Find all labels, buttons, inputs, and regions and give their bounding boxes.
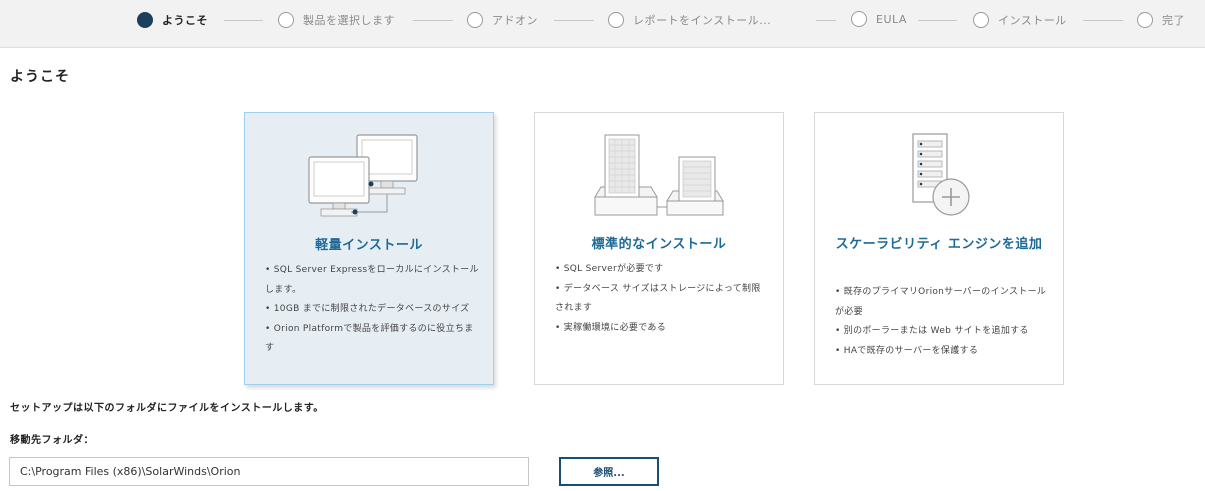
- list-item: SQL Server Expressをローカルにインストールします。: [265, 261, 479, 300]
- step-indicator: [608, 12, 624, 28]
- step-indicator: [1137, 12, 1153, 28]
- step-label: アドオン: [492, 14, 538, 27]
- step-addons: アドオン: [467, 11, 538, 29]
- card-title: スケーラビリティ エンジンを追加: [835, 237, 1043, 252]
- browse-button[interactable]: 参照...: [559, 457, 659, 486]
- destination-folder-label: 移動先フォルダ：: [10, 435, 94, 446]
- step-current-indicator: [137, 12, 153, 28]
- list-item: SQL Serverが必要です: [555, 260, 769, 280]
- list-item: 実稼働環境に必要である: [555, 319, 769, 339]
- list-item: Orion Platformで製品を評価するのに役立ちます: [265, 320, 479, 359]
- card-title: 軽量インストール: [315, 238, 423, 253]
- step-indicator: [973, 12, 989, 28]
- step-label: レポートをインストール...: [633, 14, 772, 27]
- card-standard-install[interactable]: 標準的なインストール SQL Serverが必要です データベース サイズはスト…: [534, 112, 784, 385]
- step-connector: [1083, 20, 1123, 21]
- list-item: HAで既存のサーバーを保護する: [835, 342, 1049, 362]
- step-connector: [918, 20, 957, 21]
- step-label: ようこそ: [162, 14, 208, 27]
- step-connector: [413, 20, 453, 21]
- step-select-products: 製品を選択します: [278, 11, 395, 29]
- card-title: 標準的なインストール: [591, 237, 727, 252]
- step-welcome: ようこそ: [137, 11, 208, 29]
- feature-list: 既存のプライマリOrionサーバーのインストールが必要 別のポーラーまたは We…: [835, 283, 1049, 361]
- server-buildings-icon: [594, 134, 724, 216]
- step-installation: インストール: [973, 11, 1067, 29]
- step-label: EULA: [876, 12, 907, 26]
- step-label: インストール: [998, 14, 1067, 27]
- add-server-icon: [912, 133, 970, 216]
- step-indicator: [467, 12, 483, 28]
- list-item: 既存のプライマリOrionサーバーのインストールが必要: [835, 283, 1049, 322]
- feature-list: SQL Serverが必要です データベース サイズはストレージによって制限され…: [555, 260, 769, 338]
- destination-folder-input[interactable]: [9, 457, 529, 486]
- feature-list: SQL Server Expressをローカルにインストールします。 10GB …: [265, 261, 479, 359]
- wizard-stepper: ようこそ 製品を選択します アドオン レポートをインストール... EULA イ…: [0, 0, 1205, 48]
- page-title: ようこそ: [10, 69, 70, 85]
- desktop-computers-icon: [308, 134, 418, 217]
- step-indicator: [851, 11, 867, 27]
- list-item: データベース サイズはストレージによって制限されます: [555, 280, 769, 319]
- install-info-text: セットアップは以下のフォルダにファイルをインストールします。: [10, 403, 324, 414]
- list-item: 10GB までに制限されたデータベースのサイズ: [265, 300, 479, 320]
- step-label: 完了: [1162, 14, 1185, 27]
- step-connector: [816, 20, 836, 21]
- step-finish: 完了: [1137, 11, 1185, 29]
- step-connector: [554, 20, 594, 21]
- card-lightweight-install[interactable]: 軽量インストール SQL Server Expressをローカルにインストールし…: [244, 112, 494, 385]
- card-scalability-engine[interactable]: スケーラビリティ エンジンを追加 既存のプライマリOrionサーバーのインストー…: [814, 112, 1064, 385]
- step-indicator: [278, 12, 294, 28]
- step-label: 製品を選択します: [303, 14, 395, 27]
- step-eula: EULA: [851, 10, 907, 28]
- step-connector: [224, 20, 263, 21]
- list-item: 別のポーラーまたは Web サイトを追加する: [835, 322, 1049, 342]
- step-install-reports: レポートをインストール...: [608, 11, 771, 29]
